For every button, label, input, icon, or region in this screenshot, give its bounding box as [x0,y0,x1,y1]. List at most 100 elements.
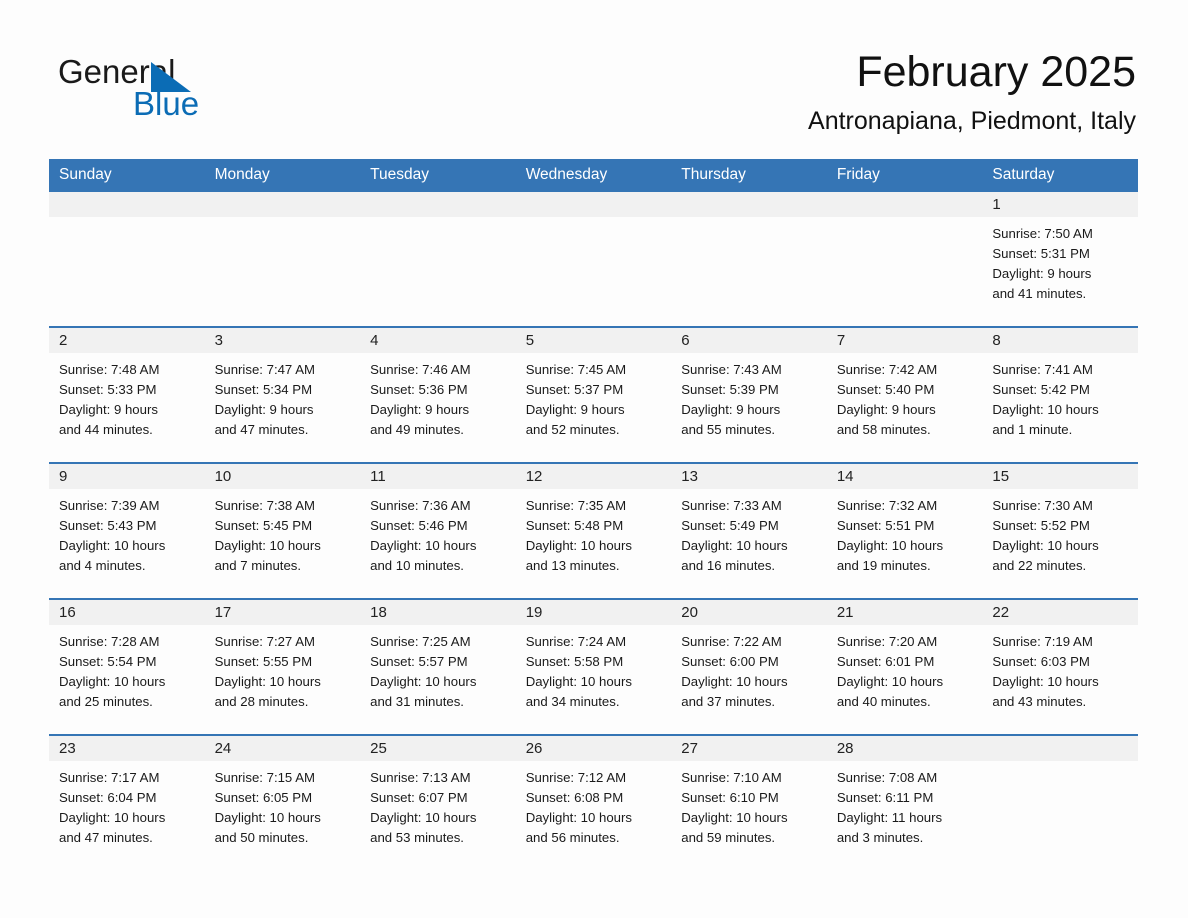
day-details: Sunrise: 7:12 AM Sunset: 6:08 PM Daylight:… [516,761,672,848]
calendar-day-cell[interactable]: 23 Sunrise: 7:17 AM Sunset: 6:04 PM Dayligh… [49,734,205,870]
calendar-day-cell[interactable]: 7 Sunrise: 7:42 AM Sunset: 5:40 PM Daylight… [826,326,983,463]
calendar-day-cell[interactable]: 2 Sunrise: 7:48 AM Sunset: 5:33 PM Daylight… [49,326,205,463]
daylight-text-line2: and 43 minutes. [992,694,1087,709]
daylight-text-line2: and 47 minutes. [59,830,153,845]
calendar-day-cell[interactable]: 16 Sunrise: 7:28 AM Sunset: 5:54 PM Dayligh… [49,598,205,735]
day-details: Sunrise: 7:32 AM Sunset: 5:51 PM Daylight:… [827,489,983,576]
calendar-day-cell[interactable]: 4 Sunrise: 7:46 AM Sunset: 5:36 PM Daylight… [360,326,516,463]
sunrise-text: Sunrise: 7:22 AM [681,634,782,649]
sunset-text: Sunset: 6:07 PM [370,790,468,805]
calendar-day-cell-empty [515,192,672,327]
daylight-text-line1: Daylight: 10 hours [370,674,477,689]
calendar-day-cell[interactable]: 3 Sunrise: 7:47 AM Sunset: 5:34 PM Daylight… [204,326,361,463]
day-number: 27 [671,736,827,761]
daylight-text-line2: and 44 minutes. [59,422,153,437]
sunrise-text: Sunrise: 7:28 AM [59,634,160,649]
day-number: 19 [515,600,672,625]
calendar-body: 1 Sunrise: 7:50 AM Sunset: 5:31 PM Daylight… [49,192,1138,870]
daylight-text-line2: and 58 minutes. [836,422,931,437]
weekday-header-saturday: Saturday [982,159,1138,192]
calendar-day-cell[interactable]: 18 Sunrise: 7:25 AM Sunset: 5:57 PM Dayligh… [360,598,516,735]
day-number: 20 [671,600,827,625]
sunset-text: Sunset: 5:36 PM [370,382,468,397]
calendar-day-cell-empty [671,192,827,327]
sunrise-text: Sunrise: 7:42 AM [836,362,938,377]
calendar-week-row: 1 Sunrise: 7:50 AM Sunset: 5:31 PM Daylight… [49,192,1138,327]
daylight-text-line1: Daylight: 10 hours [525,810,632,825]
calendar-day-cell[interactable]: 8 Sunrise: 7:41 AM Sunset: 5:42 PM Daylight… [982,326,1138,463]
calendar-day-cell[interactable]: 9 Sunrise: 7:39 AM Sunset: 5:43 PM Daylight… [49,462,205,599]
sunrise-text: Sunrise: 7:43 AM [681,362,782,377]
sunrise-text: Sunrise: 7:32 AM [836,498,938,513]
calendar-day-cell[interactable]: 27 Sunrise: 7:10 AM Sunset: 6:10 PM Dayligh… [671,734,827,870]
daylight-text-line2: and 10 minutes. [370,558,464,573]
calendar-day-cell[interactable]: 28 Sunrise: 7:08 AM Sunset: 6:11 PM Dayligh… [826,734,983,870]
calendar-day-cell[interactable]: 1 Sunrise: 7:50 AM Sunset: 5:31 PM Daylight… [982,192,1138,327]
daylight-text-line1: Daylight: 9 hours [59,402,158,417]
calendar-day-cell[interactable]: 25 Sunrise: 7:13 AM Sunset: 6:07 PM Dayligh… [360,734,516,870]
weekday-header-monday: Monday [204,159,361,192]
calendar-day-cell[interactable]: 15 Sunrise: 7:30 AM Sunset: 5:52 PM Dayligh… [982,462,1138,599]
daylight-text-line2: and 55 minutes. [681,422,776,437]
day-number: 22 [982,600,1138,625]
calendar-day-cell[interactable]: 20 Sunrise: 7:22 AM Sunset: 6:00 PM Dayligh… [671,598,827,735]
calendar-day-cell[interactable]: 17 Sunrise: 7:27 AM Sunset: 5:55 PM Dayligh… [204,598,361,735]
calendar-day-cell-empty [204,192,361,327]
daylight-text-line2: and 22 minutes. [992,558,1087,573]
day-details: Sunrise: 7:36 AM Sunset: 5:46 PM Daylight:… [360,489,516,576]
calendar-day-cell[interactable]: 5 Sunrise: 7:45 AM Sunset: 5:37 PM Daylight… [515,326,672,463]
sunset-text: Sunset: 6:03 PM [992,654,1090,669]
day-details: Sunrise: 7:43 AM Sunset: 5:39 PM Daylight:… [671,353,827,440]
day-details: Sunrise: 7:28 AM Sunset: 5:54 PM Daylight:… [49,625,205,712]
day-details: Sunrise: 7:17 AM Sunset: 6:04 PM Daylight:… [49,761,205,848]
day-number: 13 [671,464,827,489]
daylight-text-line1: Daylight: 9 hours [525,402,625,417]
day-details: Sunrise: 7:48 AM Sunset: 5:33 PM Daylight:… [49,353,205,440]
sunrise-text: Sunrise: 7:46 AM [370,362,471,377]
calendar-day-cell[interactable]: 14 Sunrise: 7:32 AM Sunset: 5:51 PM Dayligh… [826,462,983,599]
day-number: 6 [671,328,827,353]
daylight-text-line2: and 59 minutes. [681,830,776,845]
day-number [671,192,827,217]
calendar-day-cell[interactable]: 19 Sunrise: 7:24 AM Sunset: 5:58 PM Dayligh… [515,598,672,735]
daylight-text-line2: and 47 minutes. [214,422,309,437]
location-subtitle: Antronapiana, Piedmont, Italy [808,107,1136,135]
sunset-text: Sunset: 5:37 PM [525,382,624,397]
daylight-text-line2: and 19 minutes. [836,558,931,573]
calendar-week-row: 9 Sunrise: 7:39 AM Sunset: 5:43 PM Daylight… [49,462,1138,599]
day-number: 2 [49,328,205,353]
page-title: February 2025 [856,48,1136,96]
daylight-text-line2: and 13 minutes. [525,558,620,573]
calendar-day-cell[interactable]: 24 Sunrise: 7:15 AM Sunset: 6:05 PM Dayligh… [204,734,361,870]
sunset-text: Sunset: 5:55 PM [214,654,313,669]
day-number: 4 [360,328,516,353]
daylight-text-line2: and 16 minutes. [681,558,776,573]
daylight-text-line1: Daylight: 9 hours [681,402,781,417]
sunrise-text: Sunrise: 7:15 AM [214,770,315,785]
calendar-day-cell[interactable]: 6 Sunrise: 7:43 AM Sunset: 5:39 PM Daylight… [671,326,827,463]
daylight-text-line2: and 28 minutes. [214,694,309,709]
daylight-text-line1: Daylight: 10 hours [59,810,166,825]
calendar-day-cell[interactable]: 10 Sunrise: 7:38 AM Sunset: 5:45 PM Dayligh… [204,462,361,599]
weekday-header-sunday: Sunday [49,159,205,192]
calendar-day-cell[interactable]: 26 Sunrise: 7:12 AM Sunset: 6:08 PM Dayligh… [515,734,672,870]
calendar-day-cell[interactable]: 22 Sunrise: 7:19 AM Sunset: 6:03 PM Dayligh… [982,598,1138,735]
sunset-text: Sunset: 6:08 PM [525,790,624,805]
general-blue-logo[interactable]: General Blue [58,52,358,124]
calendar-day-cell[interactable]: 13 Sunrise: 7:33 AM Sunset: 5:49 PM Dayligh… [671,462,827,599]
title-block: February 2025 Antronapiana, Piedmont, It… [808,46,1136,138]
calendar-table: Sunday Monday Tuesday Wednesday Thursday… [49,159,1138,870]
day-number [982,736,1138,761]
daylight-text-line2: and 37 minutes. [681,694,776,709]
daylight-text-line1: Daylight: 10 hours [992,674,1099,689]
day-number [826,192,983,217]
day-number: 3 [204,328,361,353]
day-details: Sunrise: 7:08 AM Sunset: 6:11 PM Daylight:… [827,761,983,848]
sunset-text: Sunset: 6:04 PM [59,790,157,805]
calendar-day-cell[interactable]: 21 Sunrise: 7:20 AM Sunset: 6:01 PM Dayligh… [826,598,983,735]
calendar-day-cell[interactable]: 11 Sunrise: 7:36 AM Sunset: 5:46 PM Dayligh… [360,462,516,599]
calendar-page: General Blue February 2025 Antronapiana,… [0,0,1188,918]
day-details: Sunrise: 7:46 AM Sunset: 5:36 PM Daylight:… [360,353,516,440]
calendar-day-cell[interactable]: 12 Sunrise: 7:35 AM Sunset: 5:48 PM Dayligh… [515,462,672,599]
daylight-text-line2: and 50 minutes. [214,830,309,845]
